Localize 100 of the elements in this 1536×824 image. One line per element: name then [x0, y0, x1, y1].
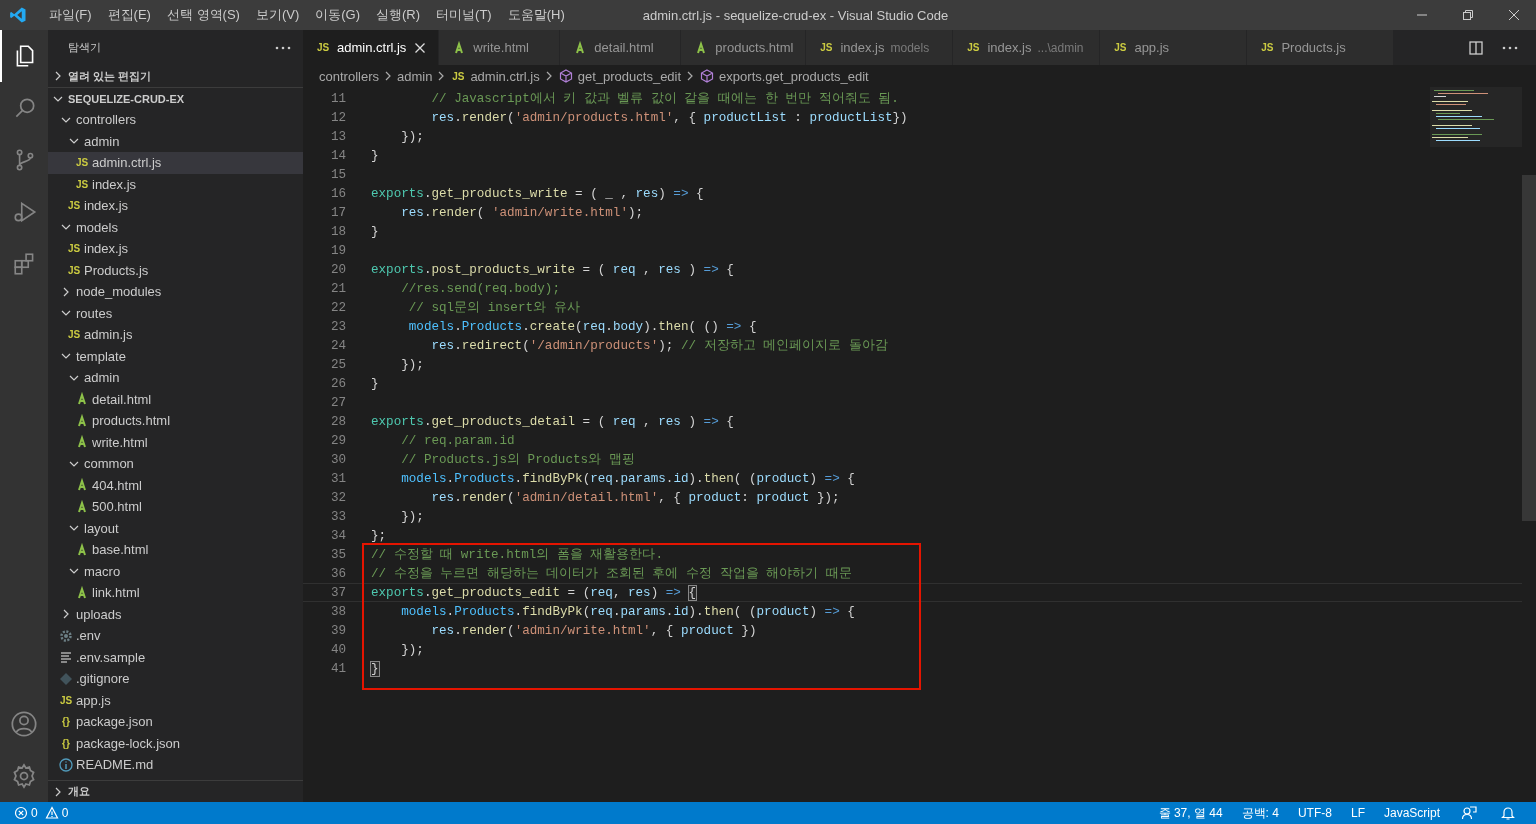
- status-item[interactable]: 줄 37, 열 44: [1158, 804, 1223, 822]
- folder-item[interactable]: layout: [48, 517, 303, 539]
- js-file-icon: JS: [66, 200, 82, 212]
- js-file-icon: JS: [1112, 42, 1129, 53]
- line-number: 15: [329, 167, 346, 182]
- line-number: 13: [329, 129, 346, 144]
- folder-item[interactable]: models: [48, 216, 303, 238]
- js-file-icon: JS: [66, 264, 82, 276]
- editor-tab[interactable]: products.html: [681, 30, 807, 65]
- line-number: 31: [329, 471, 346, 486]
- folder-item[interactable]: macro: [48, 560, 303, 582]
- file-item[interactable]: write.html: [48, 431, 303, 453]
- editor-tab[interactable]: detail.html: [560, 30, 682, 65]
- account-icon[interactable]: [10, 710, 38, 738]
- warning-count[interactable]: 0: [61, 806, 69, 820]
- breadcrumb-item[interactable]: controllers: [319, 68, 379, 84]
- line-number: 18: [329, 224, 346, 239]
- code-line: // 수정할 때 write.html의 폼을 재활용한다.: [371, 547, 664, 563]
- file-item[interactable]: JS Products.js: [48, 259, 303, 281]
- folder-item[interactable]: routes: [48, 302, 303, 324]
- project-header[interactable]: SEQUELIZE-CRUD-EX: [48, 87, 303, 109]
- bell-icon[interactable]: [1500, 805, 1516, 821]
- editor-tab[interactable]: write.html: [439, 30, 561, 65]
- editor-tab[interactable]: JS app.js: [1100, 30, 1248, 65]
- status-item[interactable]: 공백: 4: [1241, 804, 1279, 822]
- more-icon[interactable]: [275, 45, 291, 50]
- menu-item[interactable]: 편집(E): [99, 6, 159, 24]
- error-icon[interactable]: [14, 806, 28, 820]
- line-number: 38: [329, 604, 346, 619]
- line-number: 32: [329, 490, 346, 505]
- file-item[interactable]: .gitignore: [48, 668, 303, 690]
- code-line: });: [400, 357, 424, 372]
- file-item[interactable]: base.html: [48, 539, 303, 561]
- folder-item[interactable]: common: [48, 453, 303, 475]
- text-file-icon: [58, 649, 74, 666]
- status-item[interactable]: LF: [1350, 806, 1365, 820]
- file-item[interactable]: .env.sample: [48, 646, 303, 668]
- file-item[interactable]: link.html: [48, 582, 303, 604]
- breadcrumb-item[interactable]: admin: [396, 68, 433, 84]
- file-item[interactable]: JS index.js: [48, 195, 303, 217]
- file-item[interactable]: detail.html: [48, 388, 303, 410]
- scrollbar[interactable]: [1522, 175, 1536, 521]
- folder-item[interactable]: template: [48, 345, 303, 367]
- file-item[interactable]: {} package-lock.json: [48, 732, 303, 754]
- file-item[interactable]: .env: [48, 625, 303, 647]
- file-item[interactable]: JS admin.js: [48, 324, 303, 346]
- file-item[interactable]: products.html: [48, 410, 303, 432]
- menu-item[interactable]: 이동(G): [307, 6, 369, 24]
- menu-item[interactable]: 보기(V): [247, 6, 308, 24]
- file-item[interactable]: JS admin.ctrl.js: [48, 152, 303, 174]
- breadcrumb-item[interactable]: get_products_edit: [557, 68, 682, 84]
- folder-item[interactable]: controllers: [48, 109, 303, 131]
- close-icon[interactable]: [1508, 9, 1520, 21]
- menu-item[interactable]: 파일(F): [41, 6, 100, 24]
- file-item[interactable]: 404.html: [48, 474, 303, 496]
- restore-icon[interactable]: [1462, 9, 1474, 21]
- info-icon: [58, 756, 74, 773]
- cube-icon: [557, 68, 574, 84]
- code-line: // Products.js의 Products와 맵핑: [400, 452, 635, 468]
- editor-tab[interactable]: JS Products.js: [1247, 30, 1395, 65]
- breadcrumb-item[interactable]: JS admin.ctrl.js: [450, 68, 540, 84]
- file-item[interactable]: JS index.js: [48, 238, 303, 260]
- editor-tab[interactable]: JS admin.ctrl.js: [303, 30, 440, 65]
- menu-item[interactable]: 도움말(H): [499, 6, 573, 24]
- js-file-icon: JS: [74, 178, 90, 190]
- split-editor-icon[interactable]: [1468, 39, 1484, 56]
- js-file-icon: JS: [315, 42, 331, 53]
- code-line: });: [400, 642, 424, 657]
- error-count[interactable]: 0: [31, 806, 38, 820]
- feedback-icon[interactable]: [1461, 805, 1477, 821]
- minimap[interactable]: [1430, 87, 1522, 147]
- editor-tab[interactable]: JS index.js ...\admin: [953, 30, 1101, 65]
- warning-icon[interactable]: [44, 806, 59, 820]
- status-item[interactable]: UTF-8: [1297, 806, 1332, 820]
- line-number: 37: [329, 585, 346, 600]
- file-item[interactable]: 500.html: [48, 496, 303, 518]
- line-number: 17: [329, 205, 346, 220]
- code-line: });: [400, 129, 424, 144]
- folder-item[interactable]: admin: [48, 367, 303, 389]
- breadcrumb-item[interactable]: exports.get_products_edit: [699, 68, 869, 84]
- line-number: 25: [329, 357, 346, 372]
- menu-item[interactable]: 선택 영역(S): [158, 6, 248, 24]
- folder-item[interactable]: uploads: [48, 603, 303, 625]
- menu-item[interactable]: 실행(R): [368, 6, 429, 24]
- editor-tab[interactable]: JS index.js models: [806, 30, 954, 65]
- code-line: res.render('admin/detail.html', { product: product });: [430, 490, 840, 505]
- section-header[interactable]: 열려 있는 편집기: [48, 65, 303, 87]
- more-icon[interactable]: [1502, 45, 1518, 50]
- file-item[interactable]: JS index.js: [48, 173, 303, 195]
- status-item[interactable]: JavaScript: [1383, 806, 1440, 820]
- js-file-icon: JS: [66, 243, 82, 255]
- close-icon[interactable]: [414, 41, 427, 54]
- file-item[interactable]: JS app.js: [48, 689, 303, 711]
- gear-icon: [58, 627, 74, 644]
- file-item[interactable]: README.md: [48, 754, 303, 776]
- folder-item[interactable]: node_modules: [48, 281, 303, 303]
- menu-item[interactable]: 터미널(T): [428, 6, 500, 24]
- code-line: res.render( 'admin/write.html');: [400, 205, 644, 220]
- folder-item[interactable]: admin: [48, 130, 303, 152]
- file-item[interactable]: {} package.json: [48, 711, 303, 733]
